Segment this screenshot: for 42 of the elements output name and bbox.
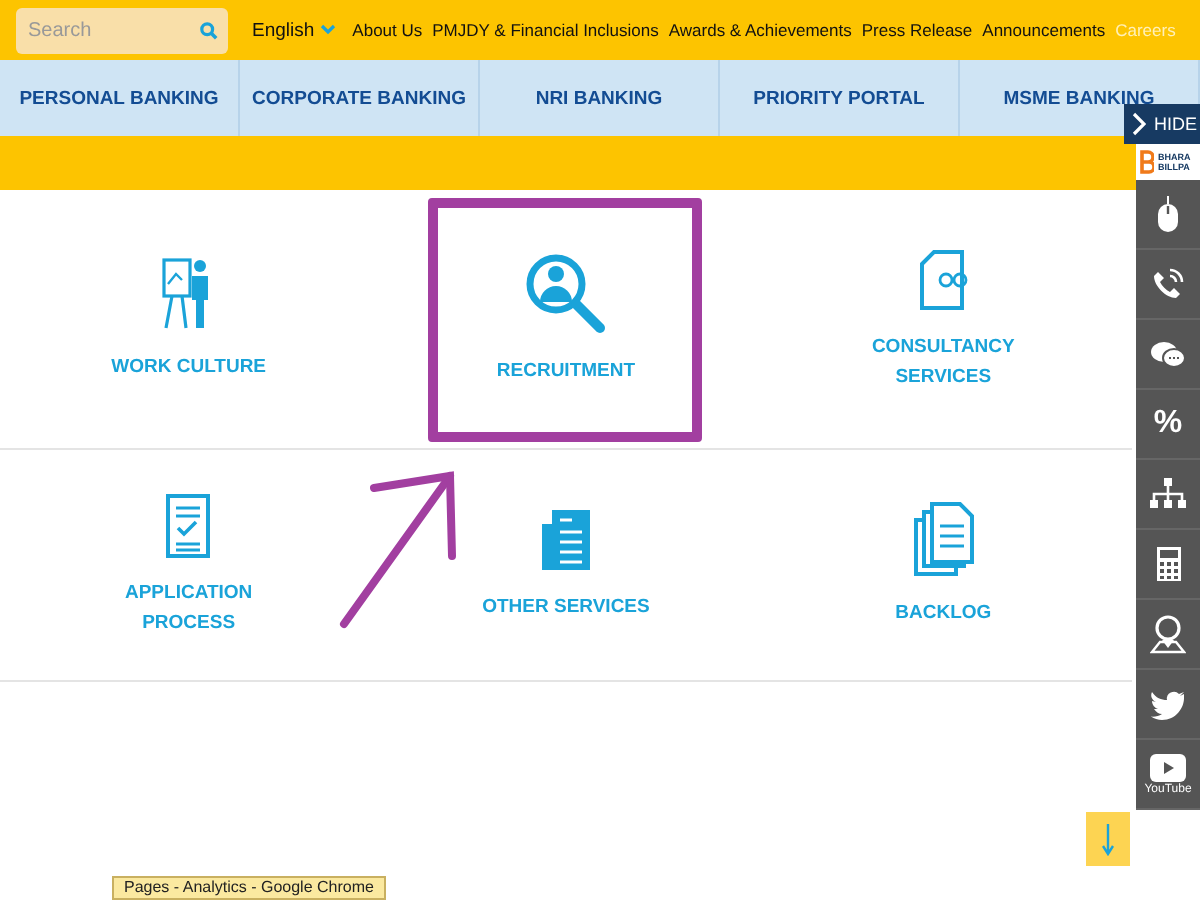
play-icon xyxy=(1150,753,1186,781)
bird-icon xyxy=(1150,689,1186,719)
calculator-icon xyxy=(1155,546,1181,582)
side-panel-button[interactable] xyxy=(1136,530,1200,600)
documents-stack-icon xyxy=(913,502,974,578)
tile-label: WORK CULTURE xyxy=(111,354,267,382)
side-panel-button[interactable]: % xyxy=(1136,390,1200,460)
chevron-right-icon xyxy=(1132,112,1146,136)
top-link[interactable]: Awards & Achievements xyxy=(668,20,852,40)
location-pin-icon xyxy=(1150,614,1186,654)
side-panel-button[interactable] xyxy=(1136,320,1200,390)
mouse-icon xyxy=(1156,194,1180,234)
checklist-icon xyxy=(166,493,211,557)
side-panel-button[interactable] xyxy=(1136,460,1200,530)
person-search-icon xyxy=(523,252,608,336)
tile-label: RECRUITMENT xyxy=(496,358,636,386)
top-link[interactable]: PMJDY & Financial Inclusions xyxy=(432,20,659,40)
side-panel-button[interactable] xyxy=(1136,670,1200,740)
top-link[interactable]: Announcements xyxy=(982,20,1106,40)
arrow-down-icon xyxy=(1102,823,1114,855)
hide-button[interactable]: HIDE xyxy=(1124,104,1200,144)
search-field[interactable]: Search xyxy=(16,7,228,53)
tile-label: BACKLOG xyxy=(895,600,992,628)
tile-label: APPLICATION PROCESS xyxy=(124,579,253,637)
tile-label: CONSULTANCY SERVICES xyxy=(871,333,1015,391)
newspaper-icon xyxy=(539,508,592,572)
language-dropdown[interactable]: English xyxy=(252,19,337,41)
chevron-down-icon xyxy=(320,24,337,36)
top-link[interactable]: Press Release xyxy=(861,20,973,40)
side-panel-button[interactable] xyxy=(1136,600,1200,670)
b-logo-icon xyxy=(1140,150,1154,174)
document-glasses-icon xyxy=(917,247,970,311)
sitemap-icon xyxy=(1150,478,1186,510)
tile-label: OTHER SERVICES xyxy=(482,594,650,622)
percent-sign: % xyxy=(1153,406,1183,442)
side-panel-button[interactable] xyxy=(1136,180,1200,250)
search-icon xyxy=(200,21,218,39)
tooltip: Pages - Analytics - Google Chrome xyxy=(112,876,386,900)
top-link[interactable]: About Us xyxy=(352,20,423,40)
phone-icon xyxy=(1152,268,1184,300)
chat-icon xyxy=(1150,339,1186,369)
side-panel-button[interactable] xyxy=(1136,250,1200,320)
